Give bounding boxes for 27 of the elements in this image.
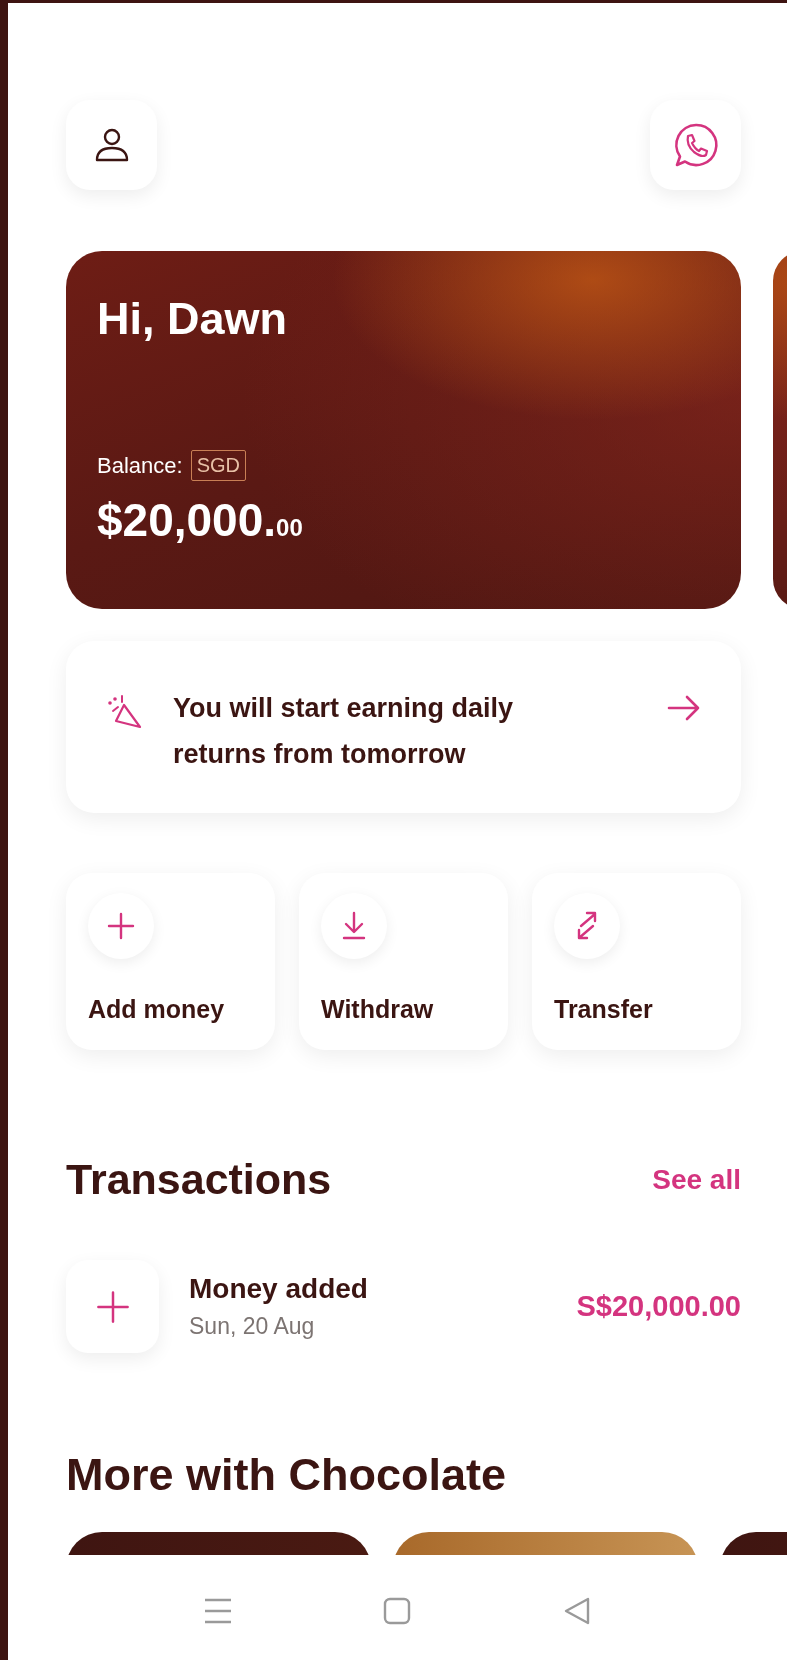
action-card[interactable]: Withdraw bbox=[299, 873, 508, 1050]
action-label: Add money bbox=[88, 995, 226, 1024]
action-label: Withdraw bbox=[321, 995, 435, 1024]
menu-icon[interactable] bbox=[202, 1597, 233, 1625]
section-title: Transactions bbox=[66, 1155, 332, 1204]
notice-card[interactable]: You will start earning daily returns from tomorrow bbox=[66, 641, 741, 813]
action-card[interactable]: Transfer bbox=[532, 873, 741, 1050]
notice-text: You will start earning daily returns from tomorrow bbox=[173, 692, 515, 771]
currency-tag: SGD bbox=[190, 450, 246, 481]
balance-cents: 00 bbox=[276, 514, 303, 542]
transaction-date: Sun, 20 Aug bbox=[189, 1313, 316, 1340]
profile-button[interactable] bbox=[66, 100, 157, 190]
action-label: Transfer bbox=[554, 995, 654, 1024]
plus-icon bbox=[105, 910, 137, 942]
home-icon[interactable] bbox=[382, 1596, 413, 1626]
greeting-text: Hi, Dawn bbox=[97, 293, 289, 345]
arrow-right-icon bbox=[667, 695, 701, 721]
balance-card[interactable]: Hi, Dawn Balance: SGD $20,000.00 bbox=[66, 251, 741, 609]
balance-amount: $20,000. bbox=[97, 493, 277, 547]
plus-icon bbox=[94, 1288, 131, 1325]
balance-label: Balance: bbox=[97, 452, 183, 479]
see-all-link[interactable]: See all bbox=[652, 1163, 741, 1196]
whatsapp-button[interactable] bbox=[650, 100, 741, 190]
transaction-title: Money added bbox=[189, 1273, 368, 1305]
action-card[interactable]: Add money bbox=[66, 873, 275, 1050]
section-title: More with Chocolate bbox=[66, 1449, 508, 1501]
transaction-amount: S$20,000.00 bbox=[576, 1290, 741, 1323]
